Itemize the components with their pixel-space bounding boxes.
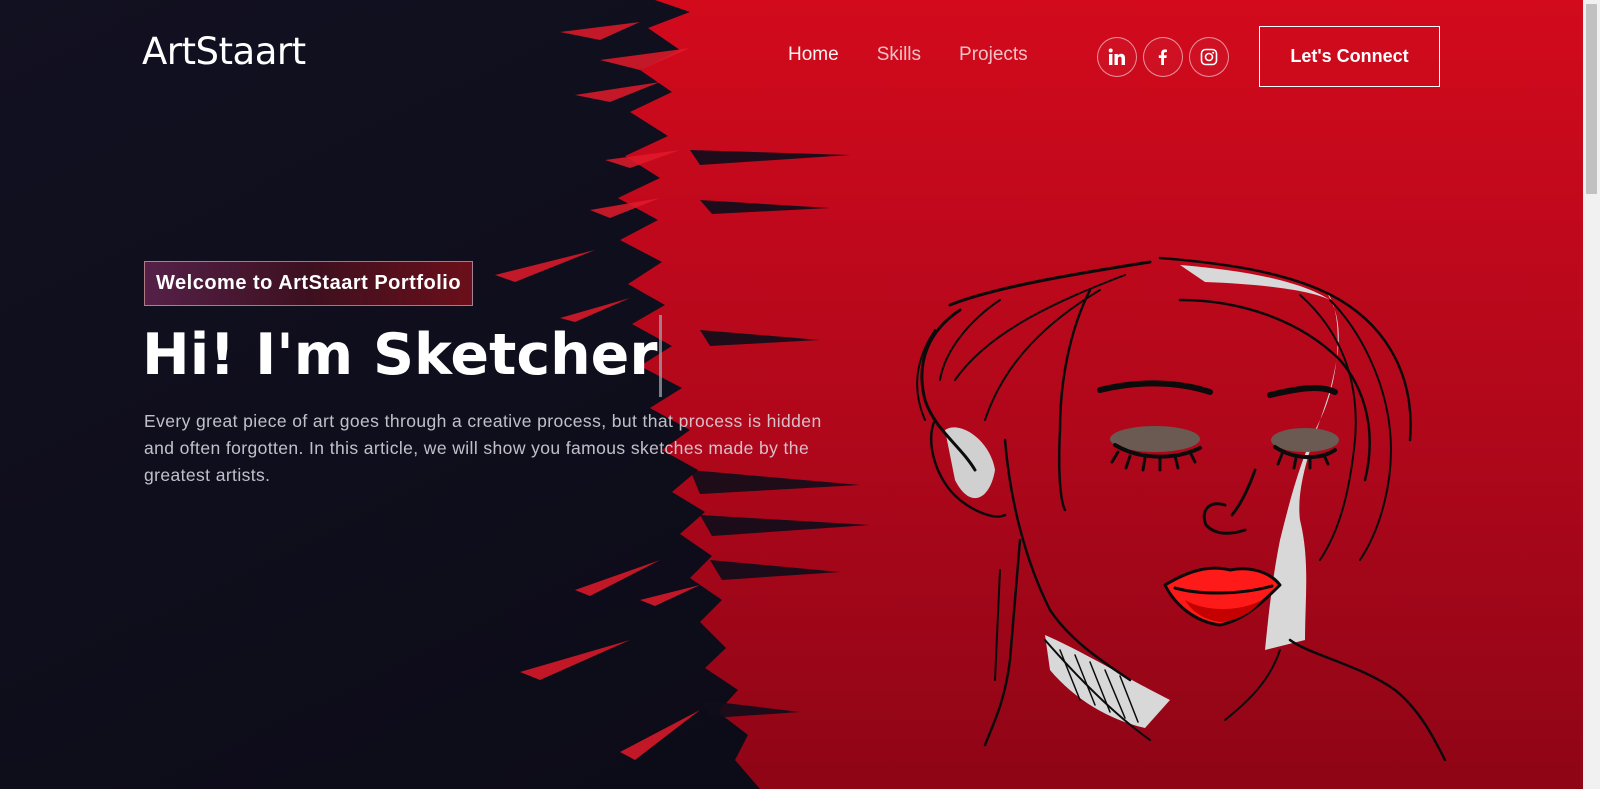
nav-projects[interactable]: Projects	[959, 44, 1028, 66]
welcome-tagline: Welcome to ArtStaart Portfolio	[144, 261, 474, 306]
facebook-icon	[1158, 49, 1167, 65]
linkedin-icon	[1108, 48, 1125, 65]
instagram-button[interactable]	[1189, 37, 1229, 77]
social-links	[1097, 37, 1229, 77]
nav-home[interactable]: Home	[788, 44, 839, 66]
scrollbar-thumb[interactable]	[1586, 4, 1597, 194]
page-scrollbar[interactable]	[1583, 0, 1600, 789]
lets-connect-button[interactable]: Let's Connect	[1259, 26, 1440, 87]
main-nav: Home Skills Projects	[788, 44, 1066, 66]
hero-headline: Hi! I'm Sketcher	[142, 315, 663, 397]
linkedin-button[interactable]	[1097, 37, 1137, 77]
hero-description: Every great piece of art goes through a …	[144, 411, 822, 485]
facebook-button[interactable]	[1143, 37, 1183, 77]
typing-caret	[659, 315, 663, 397]
instagram-icon	[1200, 48, 1218, 66]
nav-skills[interactable]: Skills	[877, 44, 921, 66]
headline-text: Hi! I'm Sketcher	[142, 322, 658, 389]
brand-logo[interactable]: ArtStaart	[142, 30, 306, 73]
